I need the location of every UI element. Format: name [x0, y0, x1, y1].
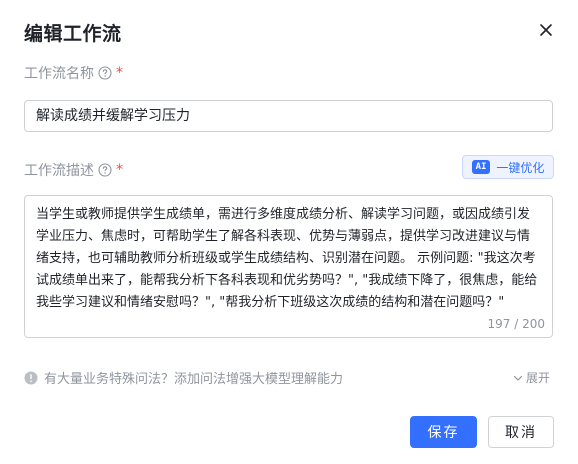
description-field-label: 工作流描述 [24, 163, 94, 179]
chevron-down-icon [513, 375, 523, 381]
tip-row: 有大量业务特殊问法？添加问法增强大模型理解能力 [24, 368, 343, 387]
character-counter: 197 / 200 [487, 317, 545, 331]
expand-label: 展开 [526, 371, 551, 385]
edit-workflow-dialog: 编辑工作流 工作流名称 * 解读成绩并缓解学习压力 工作流描述 * AI 一键优… [0, 0, 578, 464]
tip-text: 有大量业务特殊问法？添加问法增强大模型理解能力 [44, 372, 344, 387]
one-click-optimize-button[interactable]: AI 一键优化 [462, 155, 554, 179]
save-button[interactable]: 保存 [410, 416, 477, 448]
cancel-button[interactable]: 取消 [488, 416, 554, 448]
close-icon [540, 24, 552, 36]
close-button[interactable] [536, 20, 556, 40]
name-field-label-row: 工作流名称 * [24, 63, 123, 83]
expand-button[interactable]: 展开 [512, 369, 550, 386]
question-circle-icon[interactable] [98, 66, 112, 80]
description-text: 当学生或教师提供学生成绩单，需进行多维度成绩分析、解读学习问题，或因成绩引发学业… [36, 207, 538, 310]
question-circle-icon[interactable] [98, 163, 112, 177]
required-mark: * [116, 65, 123, 81]
workflow-description-textarea[interactable]: 当学生或教师提供学生成绩单，需进行多维度成绩分析、解读学习问题，或因成绩引发学业… [24, 195, 553, 338]
dialog-title: 编辑工作流 [24, 23, 122, 45]
workflow-name-input[interactable]: 解读成绩并缓解学习压力 [24, 100, 553, 132]
optimize-button-label: 一键优化 [496, 160, 545, 175]
required-mark: * [116, 162, 123, 178]
ai-badge-icon: AI [471, 160, 491, 174]
info-circle-icon [24, 371, 38, 385]
name-field-label: 工作流名称 [24, 66, 94, 82]
description-field-label-row: 工作流描述 * [24, 160, 123, 180]
